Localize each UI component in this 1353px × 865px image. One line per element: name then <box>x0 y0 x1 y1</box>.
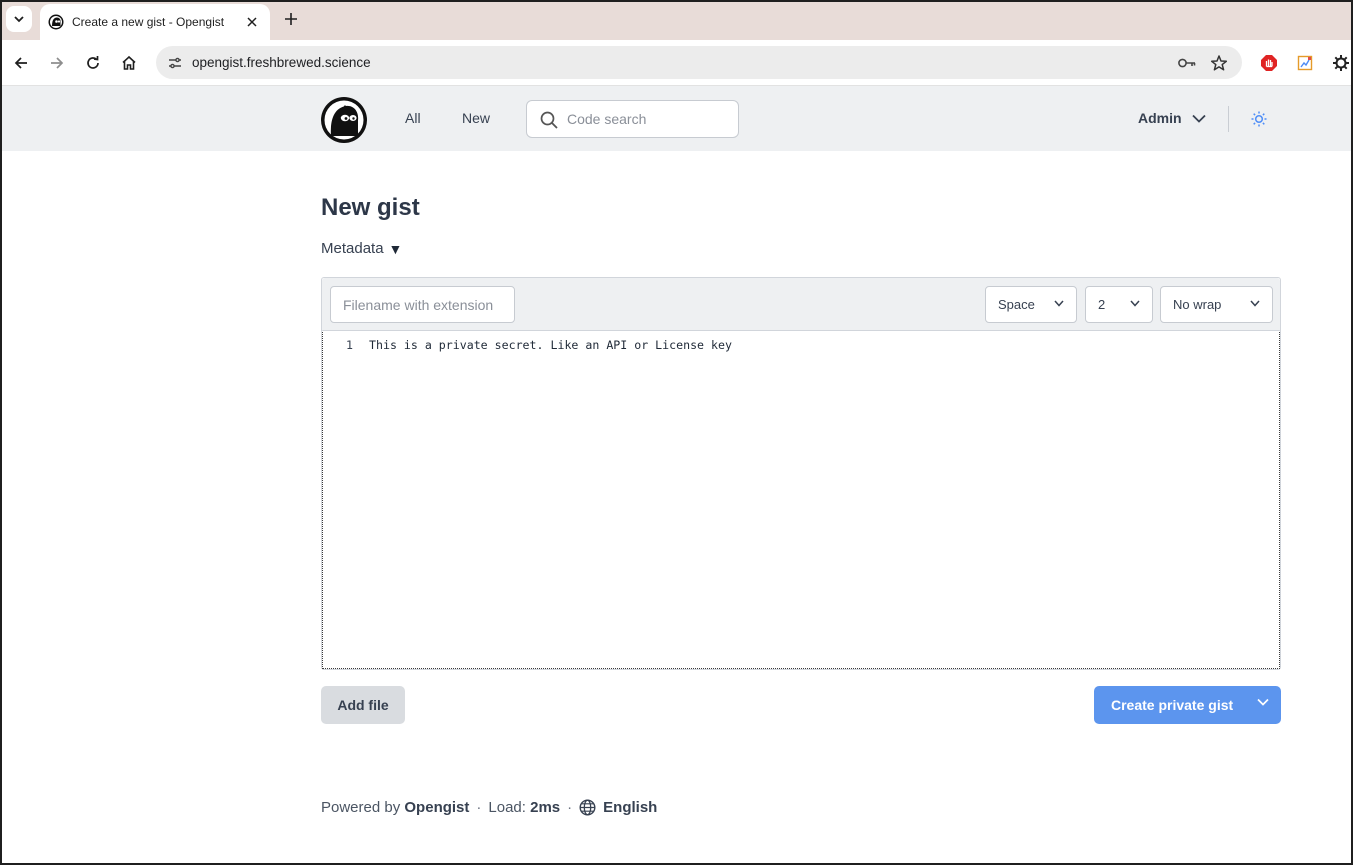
user-menu-button[interactable]: Admin <box>1138 110 1206 126</box>
url-text: opengist.freshbrewed.science <box>192 55 371 70</box>
create-gist-label: Create private gist <box>1111 697 1234 713</box>
settings-gear-icon[interactable] <box>1330 52 1352 74</box>
tab-search-button[interactable] <box>6 6 32 32</box>
add-file-button[interactable]: Add file <box>321 686 405 724</box>
adblock-icon[interactable] <box>1258 52 1280 74</box>
code-line: 1 This is a private secret. Like an API … <box>323 338 732 352</box>
header-divider <box>1228 106 1229 132</box>
back-button[interactable] <box>9 51 33 75</box>
nav-new-link[interactable]: New <box>462 110 490 126</box>
indent-type-select[interactable]: Space <box>985 286 1077 323</box>
code-editor-area[interactable]: 1 This is a private secret. Like an API … <box>322 332 1280 669</box>
nav-all-link[interactable]: All <box>405 110 421 126</box>
browser-toolbar: opengist.freshbrewed.science <box>0 40 1353 86</box>
back-icon <box>14 57 27 69</box>
editor-toolbar: Space 2 No wrap <box>322 278 1280 331</box>
chevron-down-icon <box>1130 300 1140 307</box>
filename-input[interactable] <box>330 286 515 323</box>
chevron-down-icon <box>1250 300 1260 307</box>
password-key-icon[interactable] <box>1176 52 1198 74</box>
footer-separator: · <box>476 799 482 816</box>
forward-button[interactable] <box>45 51 69 75</box>
user-menu-label: Admin <box>1138 110 1182 126</box>
reload-button[interactable] <box>81 51 105 75</box>
create-gist-button[interactable]: Create private gist <box>1094 686 1281 724</box>
load-label: Load: <box>488 799 526 816</box>
indent-size-value: 2 <box>1098 297 1106 312</box>
globe-icon <box>579 799 596 816</box>
wrap-mode-select[interactable]: No wrap <box>1160 286 1273 323</box>
sun-icon <box>1251 111 1267 127</box>
app-header: All New Admin <box>0 86 1353 151</box>
page-footer: Powered by Opengist · Load: 2ms · Englis… <box>321 799 657 816</box>
theme-toggle-button[interactable] <box>1248 108 1270 130</box>
chevron-down-icon <box>1054 300 1064 307</box>
load-value: 2ms <box>530 799 561 816</box>
chevron-down-icon <box>1191 114 1206 123</box>
triangle-down-icon: ▼ <box>388 240 403 257</box>
metadata-label: Metadata <box>321 240 384 257</box>
line-text: This is a private secret. Like an API or… <box>369 338 732 352</box>
home-icon <box>122 55 136 70</box>
footer-separator: · <box>567 799 573 816</box>
wrap-mode-value: No wrap <box>1173 297 1222 312</box>
forward-icon <box>51 57 64 69</box>
opengist-favicon-icon <box>48 14 64 30</box>
code-search-input[interactable] <box>567 109 727 129</box>
close-icon[interactable] <box>244 14 260 30</box>
opengist-link[interactable]: Opengist <box>404 799 469 816</box>
browser-tab-active[interactable]: Create a new gist - Opengist <box>40 4 270 40</box>
powered-by-text: Powered by <box>321 799 401 816</box>
code-search-box <box>526 100 739 138</box>
opengist-logo-icon[interactable] <box>320 96 368 144</box>
language-selector[interactable]: English <box>603 799 657 816</box>
home-button[interactable] <box>117 51 141 75</box>
browser-tab-strip: Create a new gist - Opengist <box>0 0 1353 40</box>
plus-icon <box>285 13 297 25</box>
new-tab-button[interactable] <box>280 8 302 30</box>
page-title: New gist <box>321 194 420 221</box>
line-number: 1 <box>346 338 353 352</box>
tab-search-icon <box>14 16 24 23</box>
indent-type-value: Space <box>998 297 1035 312</box>
metadata-toggle[interactable]: Metadata ▼ <box>321 240 402 257</box>
extension-icon[interactable] <box>1294 52 1316 74</box>
reload-icon <box>87 56 99 69</box>
address-bar[interactable]: opengist.freshbrewed.science <box>156 46 1242 79</box>
tab-title: Create a new gist - Opengist <box>72 15 225 29</box>
file-editor: Space 2 No wrap 1 This is a private secr… <box>321 277 1281 670</box>
bookmark-star-icon[interactable] <box>1208 52 1230 74</box>
chevron-down-icon[interactable] <box>1257 698 1269 706</box>
search-icon <box>540 111 558 129</box>
site-info-icon[interactable] <box>164 52 186 74</box>
indent-size-select[interactable]: 2 <box>1085 286 1153 323</box>
